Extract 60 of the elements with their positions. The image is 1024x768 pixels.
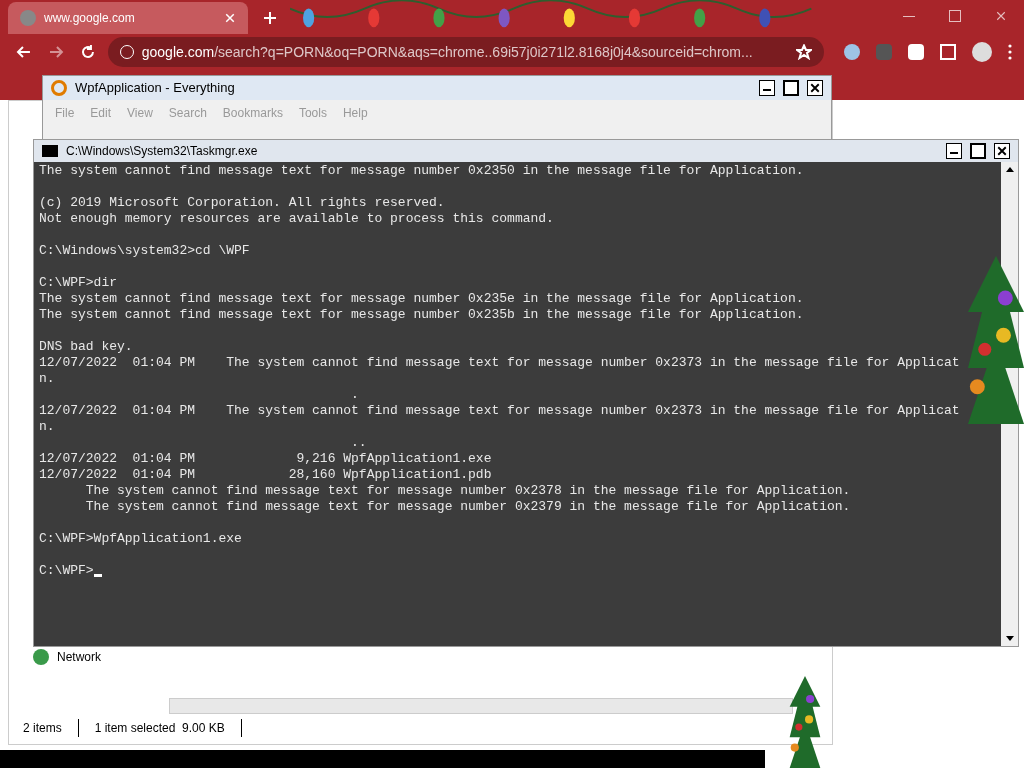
- scroll-up-icon[interactable]: [1005, 166, 1014, 174]
- horizontal-scrollbar[interactable]: [169, 698, 793, 714]
- console-line: n.: [39, 371, 55, 387]
- address-bar[interactable]: google.com/search?q=PORN&oq=PORN&aqs=chrome..69i57j0i271l2.8168j0j4&sourceid=chrom...: [107, 37, 825, 67]
- magnifier-icon: [51, 80, 67, 96]
- console-line: 12/07/2022 01:04 PM The system cannot find message text for message number 0x2373 in the message file for Applicat: [39, 355, 960, 371]
- star-icon[interactable]: [796, 44, 813, 60]
- minimize-button[interactable]: [946, 143, 962, 159]
- console-line: 12/07/2022 01:04 PM 9,216 WpfApplication1.exe: [39, 451, 492, 467]
- extension-icon[interactable]: [844, 44, 861, 60]
- menu-item[interactable]: File: [55, 104, 75, 122]
- status-text: 2 items: [23, 719, 79, 737]
- browser-tab[interactable]: www.google.com: [8, 2, 248, 34]
- maximize-button[interactable]: [783, 80, 799, 96]
- reload-icon[interactable]: [79, 44, 96, 60]
- nav-item[interactable]: Network: [57, 648, 101, 666]
- minimize-button[interactable]: [759, 80, 775, 96]
- console-line: The system cannot find message text for message number 0x2379 in the message file for Application.: [84, 499, 851, 515]
- menu-icon[interactable]: [1008, 44, 1012, 60]
- console-line: C:\Windows\system32>cd \WPF: [39, 243, 250, 259]
- menu-item[interactable]: View: [127, 104, 153, 122]
- console-line: C:\WPF>WpfApplication1.exe: [39, 531, 242, 547]
- console-line: ..: [350, 435, 367, 451]
- console-line: 12/07/2022 01:04 PM The system cannot find message text for message number 0x2373 in the message file for Applicat: [39, 403, 960, 419]
- console-line: The system cannot find message text for message number 0x2378 in the message file for Application.: [84, 483, 851, 499]
- url-text: google.com/search?q=PORN&oq=PORN&aqs=chrome..69i57j0i271l2.8168j0j4&sourceid=chrom...: [141, 42, 754, 62]
- globe-icon: [20, 10, 36, 26]
- console-line: Not enough memory resources are available to process this command.: [39, 211, 554, 227]
- network-icon: [33, 649, 49, 665]
- profile-icon[interactable]: [972, 42, 992, 62]
- sidebar-icon[interactable]: [940, 44, 957, 60]
- scroll-down-icon[interactable]: [1005, 634, 1014, 642]
- tab-title: www.google.com: [44, 10, 136, 27]
- close-button[interactable]: [807, 80, 823, 96]
- status-text: 1 item selected 9.00 KB: [94, 719, 242, 737]
- console-line: C:\WPF>dir: [39, 275, 117, 291]
- menu-item[interactable]: Tools: [298, 104, 327, 122]
- console-line: 12/07/2022 01:04 PM 28,160 WpfApplication1.pdb: [39, 467, 492, 483]
- new-tab-icon[interactable]: [262, 10, 278, 26]
- menu-item[interactable]: Bookmarks: [222, 104, 283, 122]
- console-line: .: [350, 387, 359, 403]
- menu-item[interactable]: Help: [342, 104, 368, 122]
- console-line: n.: [39, 419, 55, 435]
- close-icon[interactable]: [224, 12, 236, 24]
- console-line: The system cannot find message text for message number 0x2350 in the message file for Application.: [39, 163, 804, 179]
- console-line: DNS bad key.: [39, 339, 133, 355]
- console-line: The system cannot find message text for message number 0x235e in the message file for Application.: [39, 291, 804, 307]
- console-icon: [42, 145, 58, 157]
- console-line: (c) 2019 Microsoft Corporation. All rights reserved.: [39, 195, 445, 211]
- window-title: WpfApplication - Everything: [75, 79, 236, 98]
- window-title: C:\Windows\System32\Taskmgr.exe: [66, 143, 259, 160]
- console-line: C:\WPF>: [39, 563, 94, 579]
- close-icon: [995, 10, 1007, 22]
- close-button[interactable]: [994, 143, 1010, 159]
- console-line: The system cannot find message text for message number 0x235b in the message file for Application.: [39, 307, 804, 323]
- forward-icon[interactable]: [47, 44, 64, 60]
- menu-item[interactable]: Search: [168, 104, 207, 122]
- maximize-button[interactable]: [970, 143, 986, 159]
- menu-item[interactable]: Edit: [90, 104, 112, 122]
- back-icon[interactable]: [16, 44, 32, 60]
